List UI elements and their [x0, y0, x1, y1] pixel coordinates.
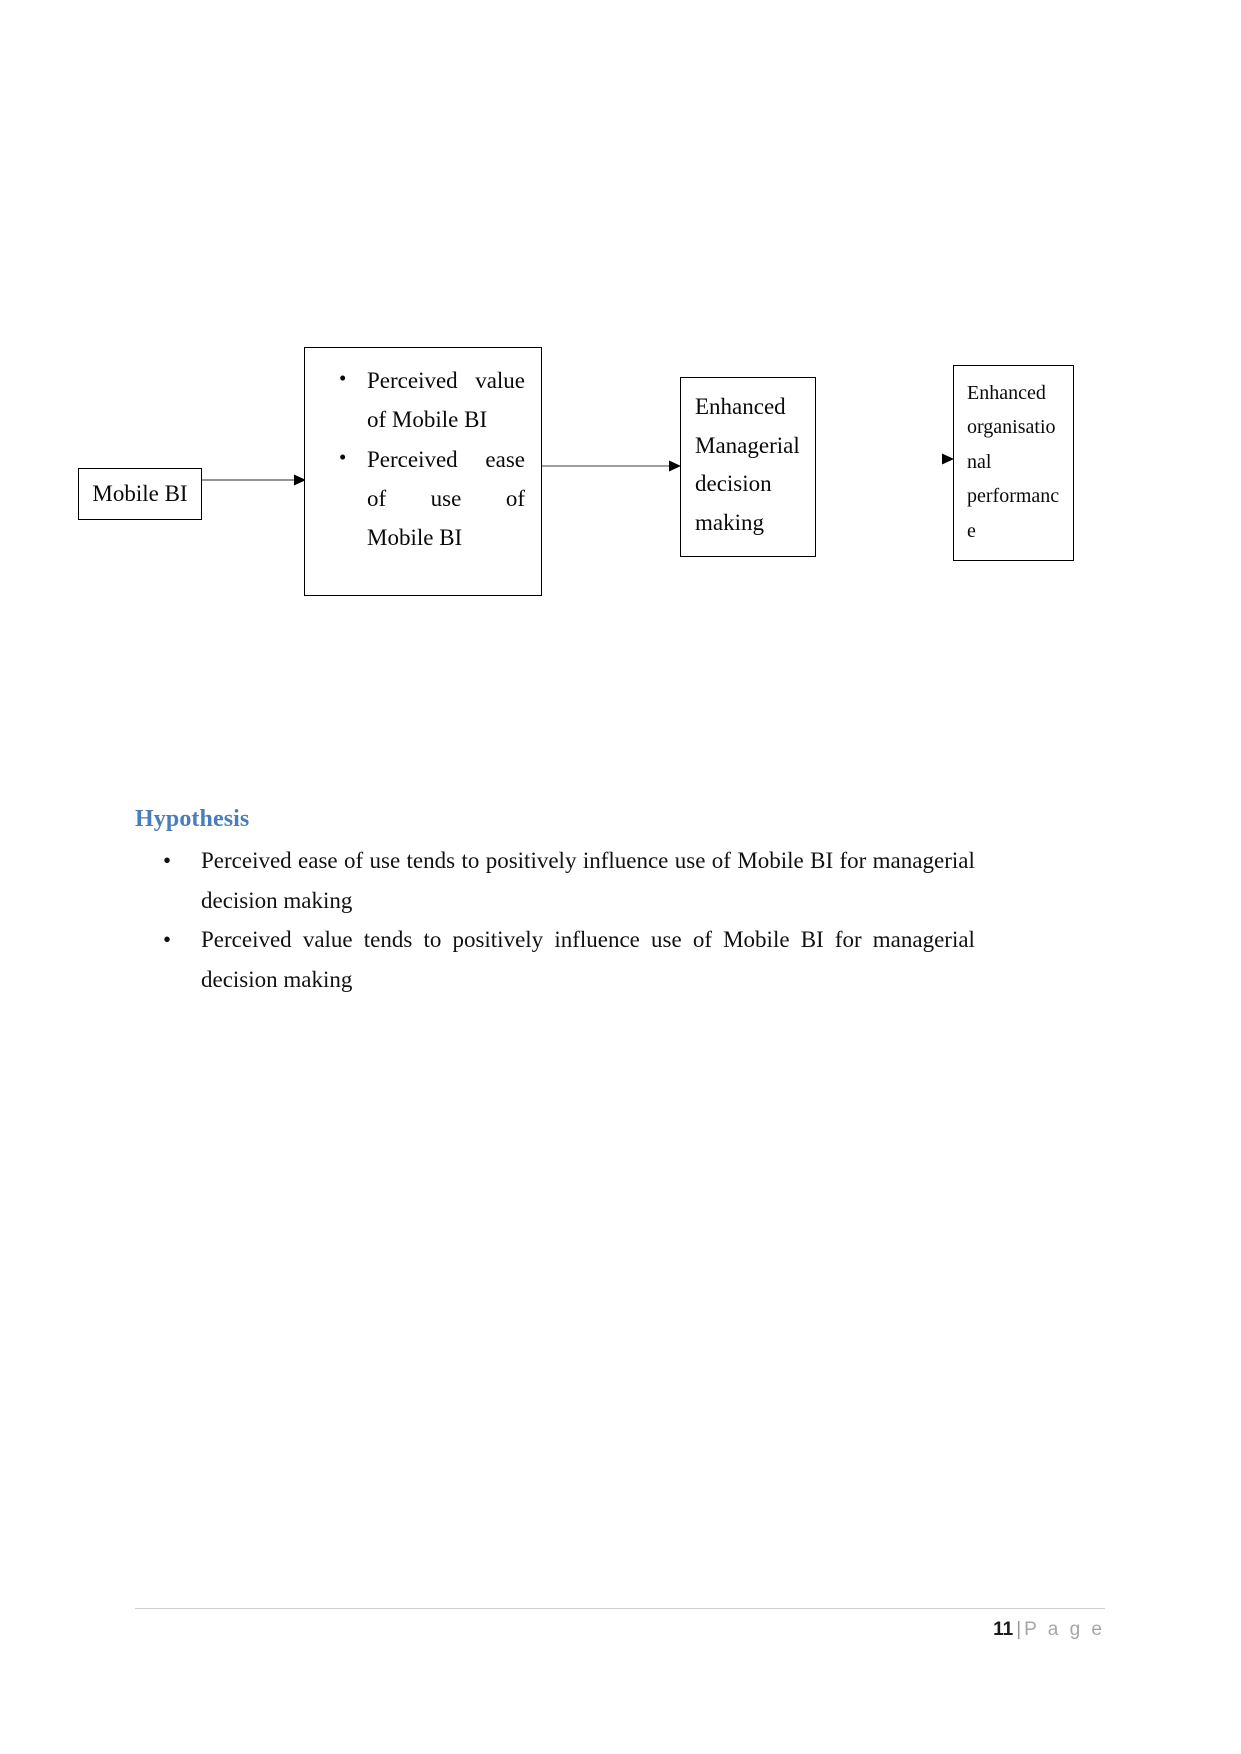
word: for — [839, 848, 867, 873]
word: use — [369, 848, 401, 873]
word: BI — [810, 848, 834, 873]
footer-divider — [135, 1608, 1105, 1609]
footer-page-word: P a g e — [1024, 1619, 1105, 1640]
perceptions-bullet-item: Perceived ease of use of Mobile BI — [339, 440, 525, 557]
word: tends — [363, 927, 413, 953]
hypothesis-list-item: Perceived ease of use tends to positivel… — [135, 841, 975, 920]
bullet2-line2-word-b: use — [430, 485, 462, 511]
hypothesis-heading: Hypothesis — [135, 806, 250, 832]
hypothesis-1-line1: Perceived ease of use tends to positivel… — [201, 841, 975, 881]
hypothesis-list-item: Perceived value tends to positively infl… — [135, 920, 975, 999]
performance-line-4: performanc — [967, 485, 1060, 508]
bullet1-line2: of Mobile BI — [367, 406, 488, 432]
word: to — [423, 927, 442, 953]
page-footer: 11 | P a g e — [135, 1608, 1105, 1641]
word: value — [302, 927, 353, 953]
word: of — [692, 927, 712, 953]
word: Perceived — [201, 927, 292, 953]
hypothesis-2-line1: Perceived value tends to positively infl… — [201, 920, 975, 960]
performance-line-3: nal — [967, 450, 992, 473]
performance-line-5: e — [967, 519, 976, 542]
word: BI — [800, 927, 824, 953]
diagram-box-perceptions: Perceived value of Mobile BI Perceived e… — [304, 347, 542, 596]
decision-line-3: decision — [695, 471, 772, 497]
decision-line-4: making — [695, 509, 764, 535]
hypothesis-1-line2: decision making — [201, 887, 353, 913]
bullet1-line1-word-a: Perceived — [367, 368, 458, 393]
arrow-perceptions-to-decision — [542, 459, 681, 473]
decision-line-2: Managerial — [695, 432, 800, 458]
word: of — [343, 848, 364, 873]
performance-line-2: organisatio — [967, 416, 1056, 439]
diagram-box-decision-making: Enhanced Managerial decision making — [680, 377, 816, 557]
arrow-mobilebi-to-perceptions — [202, 473, 306, 487]
word: Mobile — [737, 848, 804, 873]
decision-line-1: Enhanced — [695, 394, 786, 419]
word: ease — [298, 848, 338, 873]
word: use — [651, 927, 682, 953]
word: of — [711, 848, 731, 873]
word: influence — [554, 927, 640, 953]
word: to — [461, 848, 480, 873]
performance-line-1: Enhanced — [967, 382, 1046, 404]
perceptions-bullet-item: Perceived value of Mobile BI — [339, 361, 525, 439]
diagram-box-organisational-performance: Enhanced organisatio nal performanc e — [953, 365, 1074, 561]
word: use — [674, 848, 706, 873]
hypothesis-list: Perceived ease of use tends to positivel… — [135, 841, 975, 999]
word: influence — [582, 848, 669, 873]
diagram-box-mobile-bi-label: Mobile BI — [92, 480, 188, 506]
bullet2-line1-word-b: ease — [485, 447, 525, 473]
word: Mobile — [723, 927, 790, 953]
perceptions-bullet-list: Perceived value of Mobile BI Perceived e… — [321, 361, 525, 557]
bullet2-line1-word-a: Perceived — [367, 447, 458, 473]
word: positively — [485, 848, 577, 873]
word: positively — [452, 927, 544, 953]
footer-separator: | — [1016, 1619, 1022, 1640]
conceptual-model-diagram: Mobile BI Perceived value of Mobile BI — [0, 0, 1241, 700]
diagram-box-mobile-bi: Mobile BI — [78, 468, 202, 520]
bullet2-line2-word-a: of — [367, 485, 387, 511]
footer-page-indicator: 11 | P a g e — [135, 1619, 1105, 1641]
bullet1-line1-word-b: value — [475, 368, 525, 393]
bullet2-line2-word-c: of — [505, 485, 525, 511]
arrow-decision-to-performance — [817, 452, 954, 466]
footer-page-number: 11 — [993, 1619, 1014, 1640]
hypothesis-2-line2: decision making — [201, 966, 353, 992]
word: for — [834, 927, 862, 953]
word: managerial — [872, 848, 975, 873]
word: Perceived — [201, 848, 292, 873]
hypothesis-section: Hypothesis Perceived ease of use tends t… — [135, 806, 975, 999]
bullet2-line3: Mobile BI — [367, 524, 463, 550]
word: managerial — [872, 927, 975, 953]
document-page: Mobile BI Perceived value of Mobile BI — [0, 0, 1241, 1754]
word: tends — [406, 848, 456, 873]
